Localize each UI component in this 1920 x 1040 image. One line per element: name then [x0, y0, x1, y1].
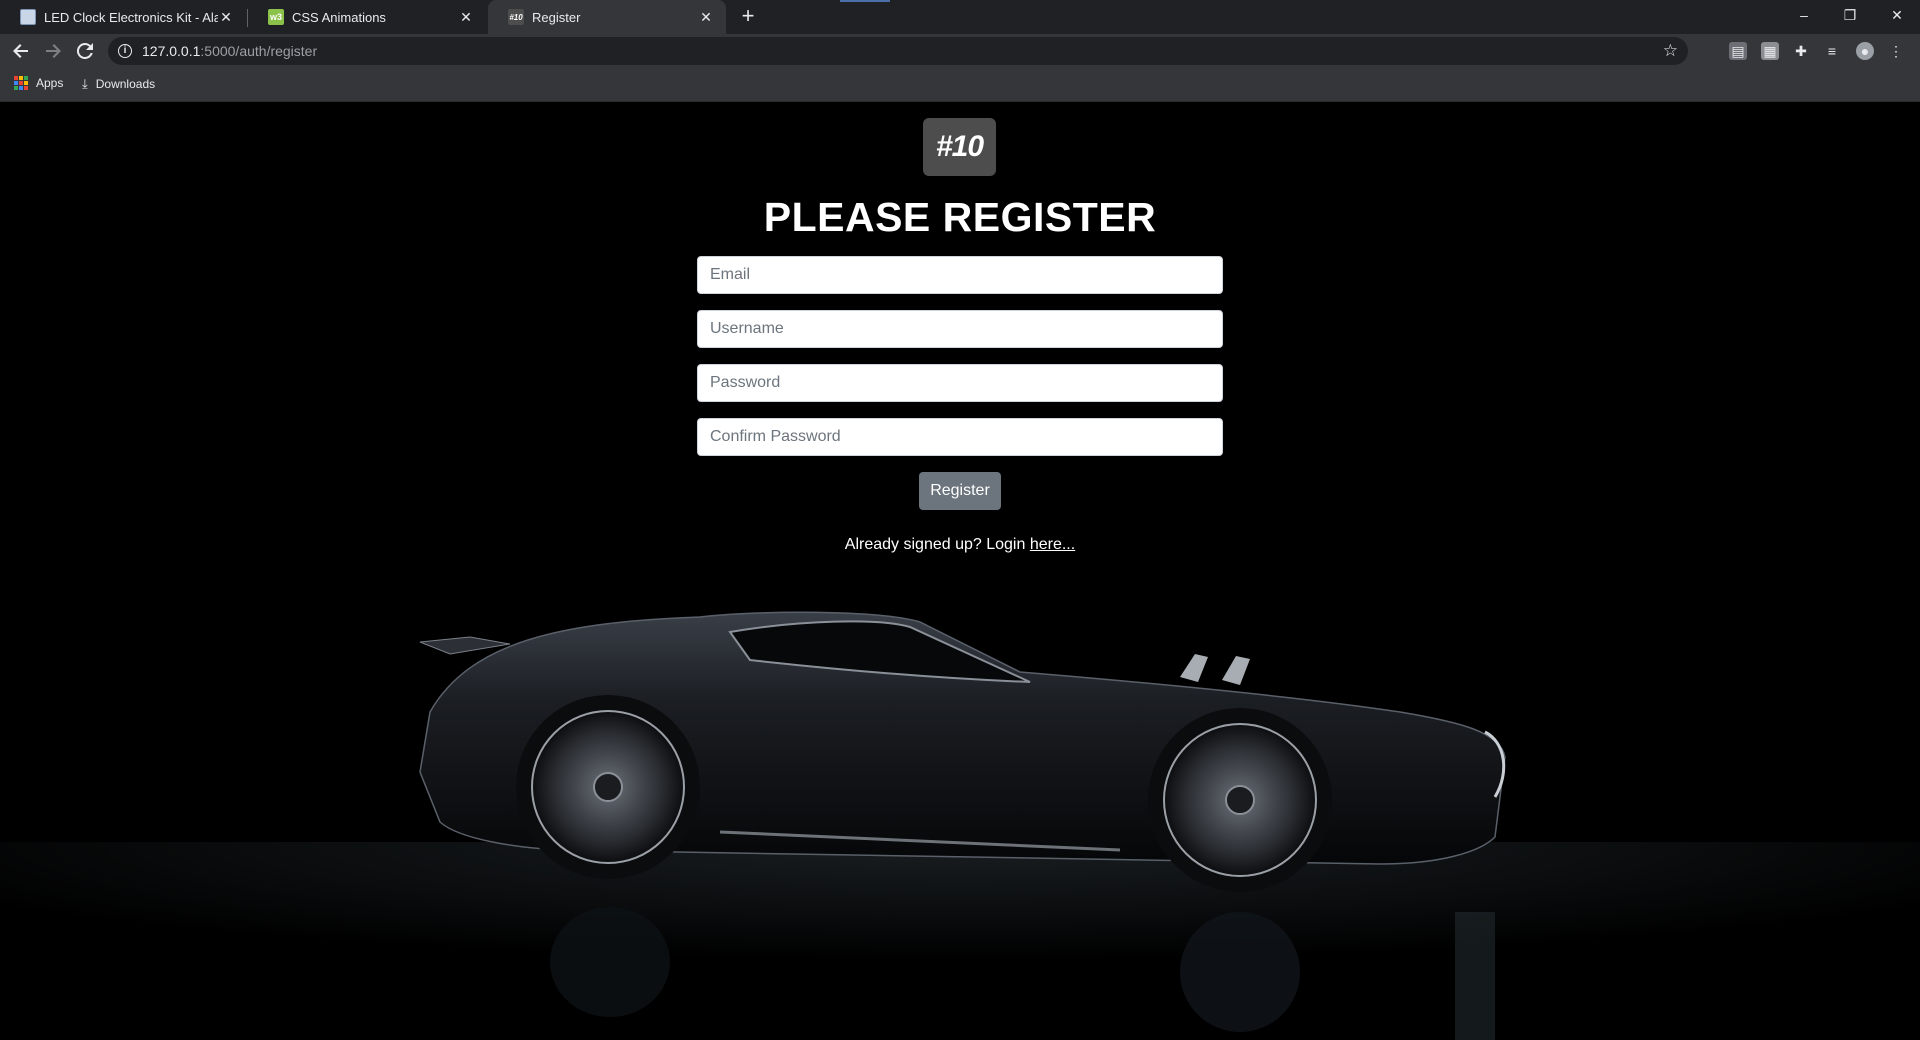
w3schools-favicon-icon: w3 [268, 9, 284, 25]
tab-register[interactable]: #10 Register ✕ [488, 0, 726, 34]
profile-avatar[interactable]: ● [1856, 42, 1874, 60]
url-text[interactable]: 127.0.0.1:5000/auth/register [142, 43, 317, 59]
new-tab-button[interactable]: + [736, 5, 760, 29]
led-clock-favicon-icon [20, 9, 36, 25]
close-icon[interactable]: ✕ [218, 9, 234, 25]
tab-title: CSS Animations [292, 9, 386, 25]
extensions-puzzle-icon[interactable]: ✚ [1792, 42, 1810, 60]
extension-reader-icon[interactable]: ▦ [1761, 42, 1779, 60]
tab-title: LED Clock Electronics Kit - Alarm [44, 9, 218, 25]
window-close-button[interactable]: ✕ [1874, 0, 1920, 30]
extension-printer-icon[interactable]: ▤ [1729, 42, 1747, 60]
tab-led-clock[interactable]: LED Clock Electronics Kit - Alarm ✕ [0, 0, 246, 34]
tab-strip: LED Clock Electronics Kit - Alarm ✕ w3 C… [0, 0, 1920, 34]
close-icon[interactable]: ✕ [698, 9, 714, 25]
bookmark-apps[interactable]: Apps [14, 76, 63, 90]
restore-button[interactable]: ❐ [1827, 0, 1873, 30]
login-link[interactable]: here... [1030, 536, 1075, 553]
login-prompt-text: Already signed up? Login [844, 536, 1026, 553]
email-field[interactable] [697, 256, 1223, 294]
bookmark-star-icon[interactable]: ☆ [1663, 41, 1678, 61]
bookmarks-bar: Apps ⤓ Downloads [0, 68, 1920, 102]
register-button[interactable]: Register [919, 472, 1001, 510]
reload-icon [77, 43, 93, 59]
forward-button[interactable] [39, 37, 67, 65]
car-background-image [0, 611, 1920, 1040]
arrow-right-icon [46, 44, 61, 58]
username-field[interactable] [697, 310, 1223, 348]
login-prompt: Already signed up? Login here... [0, 536, 1920, 554]
browser-toolbar: i 127.0.0.1:5000/auth/register ☆ ▤ ▦ ✚ ≡… [0, 34, 1920, 68]
tab-css-animations[interactable]: w3 CSS Animations ✕ [248, 0, 486, 34]
page-title: PLEASE REGISTER [763, 194, 1157, 240]
url-path: :5000/auth/register [200, 43, 318, 59]
download-icon: ⤓ [82, 76, 88, 91]
bookmark-label: Apps [36, 76, 64, 90]
reload-button[interactable] [71, 37, 99, 65]
minimize-button[interactable]: – [1781, 0, 1827, 30]
bookmark-label: Downloads [95, 77, 156, 91]
url-host: 127.0.0.1 [142, 43, 201, 59]
address-bar[interactable]: i 127.0.0.1:5000/auth/register ☆ [108, 37, 1688, 65]
arrow-left-icon [13, 44, 28, 58]
password-field[interactable] [697, 364, 1223, 402]
page-content: #10 PLEASE REGISTER Register Already sig… [0, 102, 1920, 1040]
tab-title: Register [532, 9, 581, 25]
bookmark-downloads[interactable]: ⤓ Downloads [82, 76, 155, 92]
confirm-password-field[interactable] [697, 418, 1223, 456]
info-icon[interactable]: i [118, 44, 132, 58]
drag-accent [840, 0, 890, 2]
menu-kebab-icon[interactable]: ⋮ [1887, 42, 1905, 60]
site-favicon-icon: #10 [508, 9, 524, 25]
media-queue-icon[interactable]: ≡ [1823, 42, 1841, 60]
back-button[interactable] [7, 37, 35, 65]
site-logo: #10 [923, 118, 996, 176]
close-icon[interactable]: ✕ [458, 9, 474, 25]
apps-grid-icon [14, 76, 28, 90]
